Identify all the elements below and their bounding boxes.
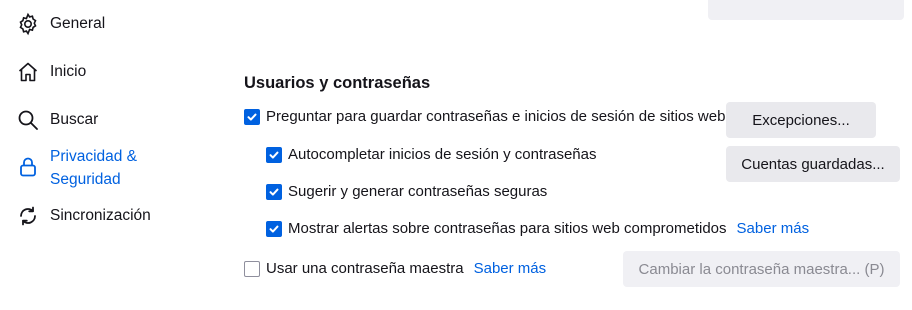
master-row: Usar una contraseña maestra Saber más [244,260,546,277]
alerts-row: Mostrar alertas sobre contraseñas para s… [266,220,809,237]
sidebar-item-home[interactable]: Inicio [16,60,86,84]
ask-save-label[interactable]: Preguntar para guardar contraseñas e ini… [266,108,725,125]
suggest-checkbox[interactable] [266,183,282,200]
alerts-learn-more-link[interactable]: Saber más [737,220,810,237]
section-title: Usuarios y contraseñas [244,74,431,92]
sync-icon [20,206,36,226]
home-icon [18,62,38,82]
checkmark-icon [269,151,279,159]
alerts-checkbox[interactable] [266,220,282,237]
sidebar-item-sync[interactable]: Sincronización [16,204,151,228]
checkmark-icon [247,113,257,121]
checkmark-icon [269,225,279,233]
ask-save-row: Preguntar para guardar contraseñas e ini… [244,108,725,125]
gear-icon [19,12,37,36]
sidebar-item-general[interactable]: General [16,12,105,36]
sidebar-item-label: Buscar [50,111,99,128]
sidebar-item-label: Inicio [50,63,87,80]
sidebar-item-search[interactable]: Buscar [16,108,98,132]
sidebar-item-label: Sincronización [50,207,151,224]
lock-icon [20,157,36,177]
alerts-label[interactable]: Mostrar alertas sobre contraseñas para s… [288,220,727,237]
sidebar-item-privacy[interactable]: Privacidad & Seguridad [16,145,160,191]
search-icon [18,110,38,130]
saved-logins-button[interactable]: Cuentas guardadas... [726,146,900,182]
exceptions-button[interactable]: Excepciones... [726,102,876,138]
autofill-checkbox[interactable] [266,146,282,163]
sidebar-item-label: Privacidad & Seguridad [50,148,138,188]
master-learn-more-link[interactable]: Saber más [474,260,547,277]
master-label[interactable]: Usar una contraseña maestra [266,260,464,277]
top-partial-button[interactable] [708,0,904,20]
autofill-row: Autocompletar inicios de sesión y contra… [266,146,597,163]
autofill-label[interactable]: Autocompletar inicios de sesión y contra… [288,146,597,163]
checkmark-icon [269,188,279,196]
suggest-label[interactable]: Sugerir y generar contraseñas seguras [288,183,547,200]
ask-save-checkbox[interactable] [244,108,260,125]
master-checkbox[interactable] [244,260,260,277]
suggest-row: Sugerir y generar contraseñas seguras [266,183,547,200]
sidebar-item-label: General [50,15,106,32]
change-master-button[interactable]: Cambiar la contraseña maestra... (P) [623,251,900,287]
